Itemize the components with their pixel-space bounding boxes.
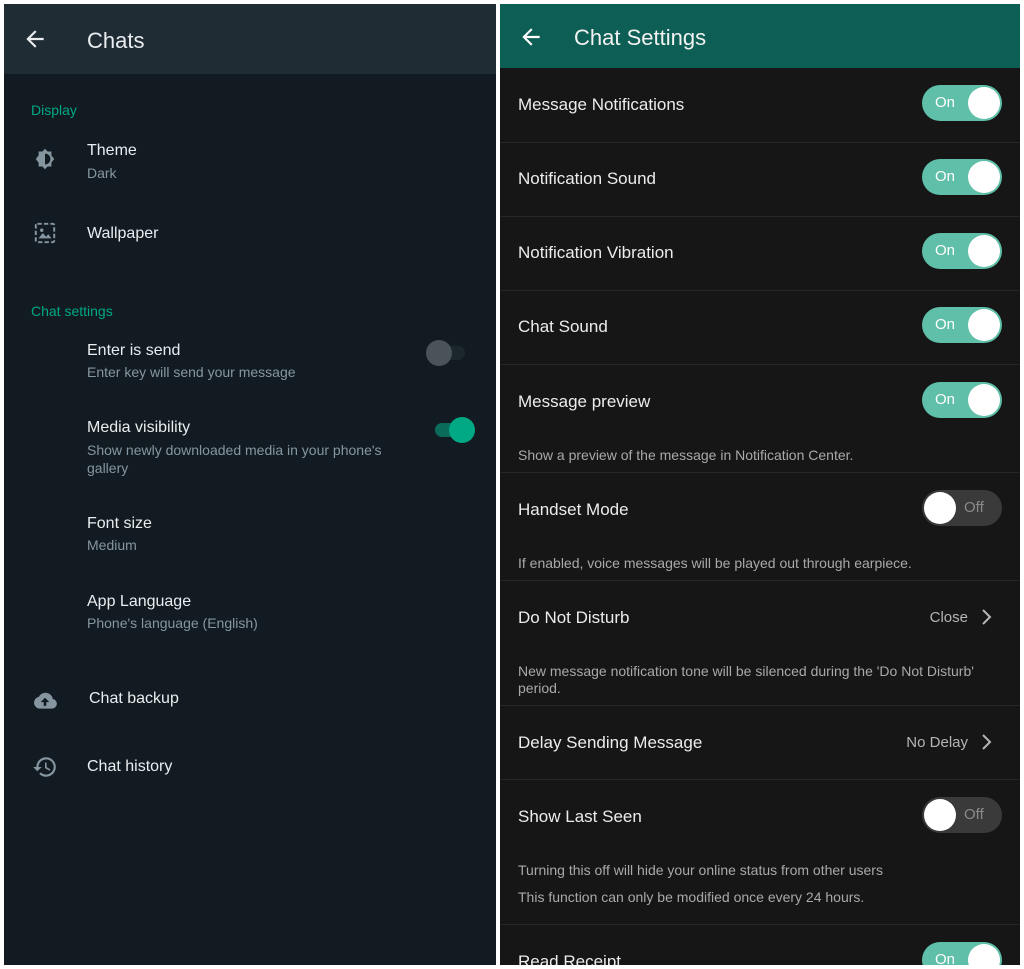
app-language-value: Phone's language (English) [87,615,258,631]
chat-history-title: Chat history [87,758,173,775]
enter-is-send-title: Enter is send [87,342,181,359]
divider [500,779,1020,780]
theme-title: Theme [87,142,137,159]
toggle-knob [968,87,1000,119]
message-preview-toggle[interactable]: On [922,382,1002,418]
notification-sound-toggle[interactable]: On [922,159,1002,195]
whatsapp-chats-settings-screen: Chats Display Theme Dark Wallpaper Chat … [4,4,496,965]
toggle-knob [924,799,956,831]
notification-vibration-title: Notification Vibration [518,243,674,262]
divider [500,142,1020,143]
media-visibility-subtitle-line1: Show newly downloaded media in your phon… [87,442,382,458]
chevron-right-icon [982,609,992,625]
toggle-knob [968,235,1000,267]
page-title: Chats [87,28,145,53]
toggle-state-label: On [935,94,956,111]
theme-value: Dark [87,165,117,181]
section-label-display: Display [31,102,77,118]
chat-backup-title: Chat backup [89,690,179,707]
toggle-state-label: On [935,951,956,965]
back-arrow-icon[interactable] [518,24,544,50]
app-language-title: App Language [87,593,192,610]
toggle-knob [968,309,1000,341]
app-bar: Chat Settings [500,4,1020,68]
do-not-disturb-title: Do Not Disturb [518,608,630,627]
show-last-seen-title: Show Last Seen [518,807,642,826]
notification-sound-title: Notification Sound [518,169,656,188]
divider [500,924,1020,925]
show-last-seen-toggle[interactable]: Off [922,797,1002,833]
history-icon [33,757,56,777]
toggle-knob [968,384,1000,416]
toggle-state-label: On [935,242,956,259]
chat-settings-screen: Chat Settings Message Notifications On N… [500,4,1020,965]
divider [500,290,1020,291]
message-preview-title: Message preview [518,392,651,411]
handset-mode-title: Handset Mode [518,500,629,519]
media-visibility-title: Media visibility [87,419,191,436]
message-preview-description: Show a preview of the message in Notific… [518,447,854,463]
toggle-thumb [426,340,452,366]
notification-vibration-toggle[interactable]: On [922,233,1002,269]
toggle-knob [968,944,1000,965]
font-size-title: Font size [87,515,152,532]
wallpaper-title: Wallpaper [87,225,159,242]
divider [500,216,1020,217]
app-bar: Chats [4,4,496,74]
do-not-disturb-description-line1: New message notification tone will be si… [518,663,974,679]
handset-mode-description: If enabled, voice messages will be playe… [518,555,912,571]
section-label-chat-settings: Chat settings [31,303,113,319]
back-arrow-icon[interactable] [22,26,48,52]
show-last-seen-description-line2: This function can only be modified once … [518,889,865,905]
chat-sound-title: Chat Sound [518,317,608,336]
cloud-upload-icon [34,692,57,709]
toggle-state-label: On [935,316,956,333]
chat-sound-toggle[interactable]: On [922,307,1002,343]
message-notifications-title: Message Notifications [518,95,685,114]
brightness-icon [35,148,55,170]
wallpaper-icon [34,222,56,244]
toggle-knob [968,161,1000,193]
media-visibility-subtitle-line2: gallery [87,460,129,476]
toggle-state-label: Off [964,499,984,516]
do-not-disturb-value: Close [929,609,968,626]
show-last-seen-description-line1: Turning this off will hide your online s… [518,862,883,878]
chevron-right-icon [982,734,992,750]
delay-sending-message-title: Delay Sending Message [518,733,703,752]
delay-sending-message-value: No Delay [906,734,968,751]
divider [500,364,1020,365]
do-not-disturb-description-line2: period. [518,680,561,696]
read-receipt-toggle[interactable]: On [922,942,1002,965]
handset-mode-toggle[interactable]: Off [922,490,1002,526]
divider [500,472,1020,473]
read-receipt-title: Read Receipt [518,952,622,965]
toggle-state-label: On [935,391,956,408]
font-size-value: Medium [87,537,137,553]
toggle-thumb [449,417,475,443]
toggle-state-label: Off [964,806,984,823]
divider [500,705,1020,706]
enter-is-send-subtitle: Enter key will send your message [87,364,296,380]
divider [500,580,1020,581]
page-title: Chat Settings [574,25,707,50]
toggle-knob [924,492,956,524]
toggle-state-label: On [935,168,956,185]
message-notifications-toggle[interactable]: On [922,85,1002,121]
